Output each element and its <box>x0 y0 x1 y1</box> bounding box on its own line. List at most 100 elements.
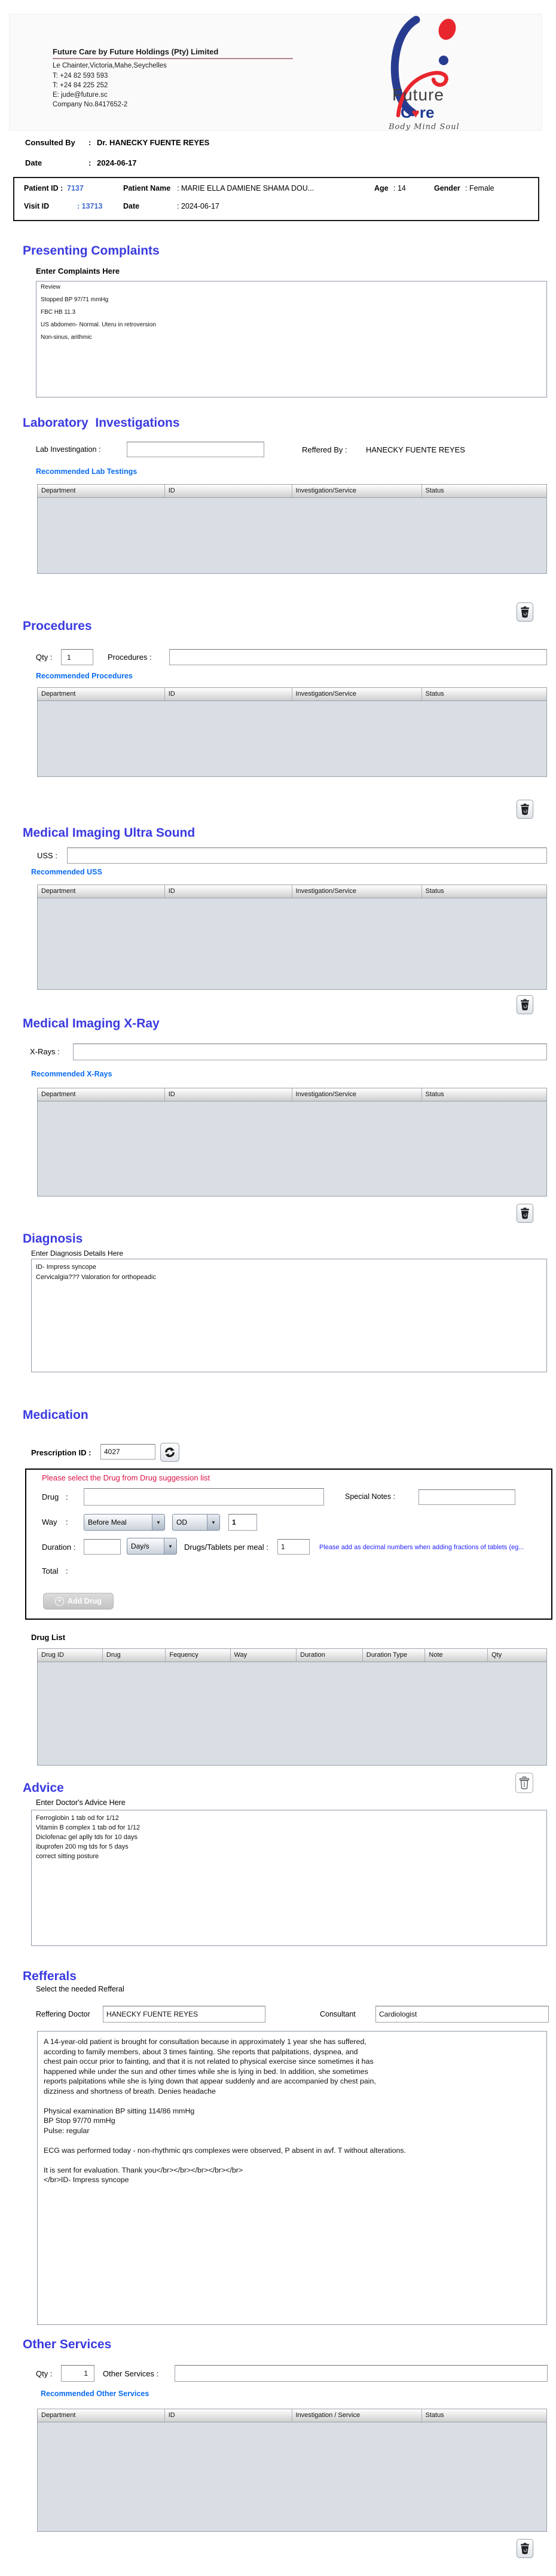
other-services-input[interactable] <box>175 2365 548 2382</box>
prescription-id-input[interactable] <box>100 1444 155 1460</box>
column-header: ID <box>165 1088 292 1101</box>
other-services-table: Department ID Investigation / Service St… <box>37 2409 547 2532</box>
lab-table-header-row: Department ID Investigation/Service Stat… <box>38 485 546 498</box>
referrals-label: Select the needed Refferal <box>36 1985 124 1993</box>
patient-name-value: : MARIE ELLA DAMIENE SHAMA DOU... <box>177 184 314 192</box>
trash-icon <box>520 606 530 618</box>
consultant-input[interactable] <box>375 2006 549 2023</box>
delete-procedures-button[interactable] <box>517 800 533 819</box>
consultant-label: Consultant <box>320 2010 356 2018</box>
column-header: ID <box>165 885 292 898</box>
delete-lab-tests-button[interactable] <box>517 602 533 622</box>
drug-label: Drug <box>42 1492 59 1501</box>
xray-table-body-empty <box>38 1102 546 1196</box>
column-header: Note <box>425 1649 488 1662</box>
drug-list-table: Drug ID Drug Fequency Way Duration Durat… <box>37 1648 547 1766</box>
medication-title: Medication <box>23 1408 88 1422</box>
laboratory-title: Laboratory Investigations <box>23 416 180 430</box>
special-notes-input[interactable] <box>418 1489 515 1505</box>
diagnosis-label: Enter Diagnosis Details Here <box>31 1249 123 1258</box>
procedures-qty-input[interactable] <box>61 649 93 665</box>
consult-date-label: Date <box>25 158 42 167</box>
recommended-xrays-link[interactable]: Recommended X-Rays <box>31 1070 112 1078</box>
age-label: Age <box>374 184 389 192</box>
age-value: : 14 <box>393 184 406 192</box>
complaints-textarea[interactable]: Review Stopped BP 97/71 mmHg FBC HB 11.3… <box>36 281 547 397</box>
uss-table-header-row: Department ID Investigation/Service Stat… <box>38 885 546 898</box>
other-services-qty-label: Qty : <box>36 2369 52 2378</box>
xray-input[interactable] <box>73 1044 547 1060</box>
company-name: Future Care by Future Holdings (Pty) Lim… <box>53 47 293 59</box>
referring-doctor-input[interactable] <box>103 2006 265 2023</box>
procedures-input[interactable] <box>169 649 547 665</box>
column-header: Department <box>38 485 165 497</box>
consult-date-value: 2024-06-17 <box>97 158 137 167</box>
drug-input[interactable] <box>84 1488 324 1506</box>
way-label: Way <box>42 1518 57 1526</box>
per-meal-input[interactable] <box>277 1539 310 1555</box>
uss-table-body-empty <box>38 898 546 989</box>
visit-date-label: Date <box>123 202 139 210</box>
duration-unit-selected-value: Day/s <box>127 1538 164 1554</box>
recommended-uss-link[interactable]: Recommended USS <box>31 868 102 876</box>
company-phone-1: T: +24 82 593 593 <box>53 72 304 79</box>
add-drug-button[interactable]: + Add Drug <box>43 1593 114 1610</box>
xray-title: Medical Imaging X-Ray <box>23 1017 160 1031</box>
delete-uss-button[interactable] <box>517 995 533 1014</box>
column-header: Drug <box>103 1649 166 1662</box>
uss-input[interactable] <box>67 848 547 864</box>
logo-tagline: Body Mind Soul <box>389 123 460 131</box>
recommended-other-services-link[interactable]: Recommended Other Services <box>41 2390 149 2398</box>
recommended-procedures-link[interactable]: Recommended Procedures <box>36 672 133 680</box>
xray-table: Department ID Investigation/Service Stat… <box>37 1088 547 1197</box>
column-header: Status <box>422 485 546 497</box>
column-header: Investigation / Service <box>292 2409 422 2422</box>
column-header: Status <box>422 885 546 898</box>
column-header: Department <box>38 2409 165 2422</box>
column-header: Drug ID <box>38 1649 103 1662</box>
frequency-selected-value: OD <box>173 1515 207 1530</box>
column-header: Status <box>422 688 546 700</box>
advice-textarea[interactable]: Ferroglobin 1 tab od for 1/12 Vitamin B … <box>31 1810 547 1946</box>
xray-table-header-row: Department ID Investigation/Service Stat… <box>38 1088 546 1102</box>
column-header: ID <box>165 485 292 497</box>
refresh-prescription-button[interactable] <box>160 1443 179 1462</box>
other-services-title: Other Services <box>23 2338 111 2352</box>
refresh-icon <box>164 1446 176 1458</box>
ultrasound-title: Medical Imaging Ultra Sound <box>23 826 195 840</box>
xray-label: X-Rays : <box>30 1047 60 1056</box>
duration-input[interactable] <box>84 1539 121 1555</box>
recommended-lab-testings-link[interactable]: Recommended Lab Testings <box>36 467 137 476</box>
frequency-select[interactable]: OD ▼ <box>172 1514 220 1531</box>
diagnosis-textarea[interactable]: ID- Impress syncope Cervicalgia??? Valor… <box>31 1259 547 1372</box>
patient-name-label: Patient Name <box>123 184 170 192</box>
visit-id-value: : 13713 <box>77 202 102 210</box>
chevron-down-icon: ▼ <box>207 1515 219 1530</box>
complaints-label: Enter Complaints Here <box>36 267 120 276</box>
other-services-qty-input[interactable] <box>61 2365 94 2382</box>
column-header: Duration Type <box>363 1649 426 1662</box>
lab-investigation-input[interactable] <box>127 442 264 457</box>
lab-tests-table: Department ID Investigation/Service Stat… <box>37 484 547 574</box>
procedures-title: Procedures <box>23 619 92 634</box>
chevron-down-icon: ▼ <box>164 1538 176 1554</box>
duration-unit-select[interactable]: Day/s ▼ <box>127 1538 177 1555</box>
other-services-body-empty <box>38 2422 546 2531</box>
delete-xray-button[interactable] <box>517 1204 533 1223</box>
trash-icon <box>520 803 530 815</box>
delete-other-services-button[interactable] <box>517 2539 533 2558</box>
meal-timing-select[interactable]: Before Meal ▼ <box>84 1514 165 1531</box>
patient-id-label: Patient ID : <box>24 184 63 192</box>
heart-icon: ♥ <box>412 106 420 121</box>
delete-advice-button[interactable] <box>515 1773 533 1793</box>
total-label: Total <box>42 1567 58 1575</box>
plus-icon: + <box>55 1597 64 1606</box>
referring-doctor-label: Reffering Doctor <box>36 2010 90 2018</box>
trash-icon <box>520 999 530 1011</box>
presenting-complaints-title: Presenting Complaints <box>23 244 160 258</box>
procedures-table-body-empty <box>38 701 546 776</box>
way-qty-input[interactable] <box>228 1514 257 1531</box>
drug-list-body-empty <box>38 1662 546 1765</box>
referral-letter-textarea[interactable]: A 14-year-old patient is brought for con… <box>37 2031 547 2325</box>
column-header: ID <box>165 688 292 700</box>
